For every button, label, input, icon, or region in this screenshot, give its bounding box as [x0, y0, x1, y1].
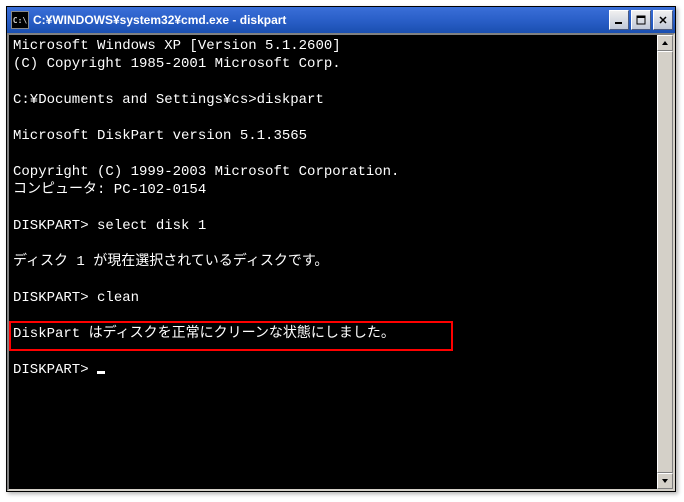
terminal-line: DISKPART> select disk 1 [13, 217, 653, 235]
scroll-up-button[interactable] [657, 35, 673, 51]
close-icon [658, 15, 668, 25]
terminal-line [13, 199, 653, 217]
chevron-up-icon [661, 39, 669, 47]
minimize-button[interactable] [609, 10, 629, 30]
cmd-icon: C:\ [11, 11, 29, 29]
titlebar[interactable]: C:\ C:¥WINDOWS¥system32¥cmd.exe - diskpa… [7, 7, 675, 33]
scroll-down-button[interactable] [657, 473, 673, 489]
terminal-line: Microsoft Windows XP [Version 5.1.2600] [13, 37, 653, 55]
close-button[interactable] [653, 10, 673, 30]
terminal-line: Microsoft DiskPart version 5.1.3565 [13, 127, 653, 145]
client-area: Microsoft Windows XP [Version 5.1.2600](… [7, 33, 675, 491]
terminal-line [13, 109, 653, 127]
maximize-button[interactable] [631, 10, 651, 30]
terminal-line: DISKPART> clean [13, 289, 653, 307]
cursor [97, 371, 105, 374]
terminal-line [13, 73, 653, 91]
vertical-scrollbar[interactable] [657, 35, 673, 489]
terminal-line [13, 271, 653, 289]
terminal-line: コンピュータ: PC-102-0154 [13, 181, 653, 199]
chevron-down-icon [661, 477, 669, 485]
cmd-window: C:\ C:¥WINDOWS¥system32¥cmd.exe - diskpa… [6, 6, 676, 492]
minimize-icon [614, 15, 624, 25]
terminal-line [13, 343, 653, 361]
terminal-line: DISKPART> [13, 361, 653, 379]
terminal-line [13, 235, 653, 253]
terminal-line: DiskPart はディスクを正常にクリーンな状態にしました。 [13, 325, 653, 343]
terminal-line: (C) Copyright 1985-2001 Microsoft Corp. [13, 55, 653, 73]
window-buttons [609, 10, 673, 30]
terminal-output[interactable]: Microsoft Windows XP [Version 5.1.2600](… [9, 35, 657, 489]
terminal-line [13, 307, 653, 325]
scrollbar-thumb[interactable] [657, 51, 673, 473]
terminal-line: C:¥Documents and Settings¥cs>diskpart [13, 91, 653, 109]
terminal-line [13, 145, 653, 163]
terminal-line: ディスク 1 が現在選択されているディスクです。 [13, 253, 653, 271]
scrollbar-track[interactable] [657, 51, 673, 473]
window-title: C:¥WINDOWS¥system32¥cmd.exe - diskpart [33, 13, 609, 27]
terminal-line: Copyright (C) 1999-2003 Microsoft Corpor… [13, 163, 653, 181]
maximize-icon [636, 15, 646, 25]
